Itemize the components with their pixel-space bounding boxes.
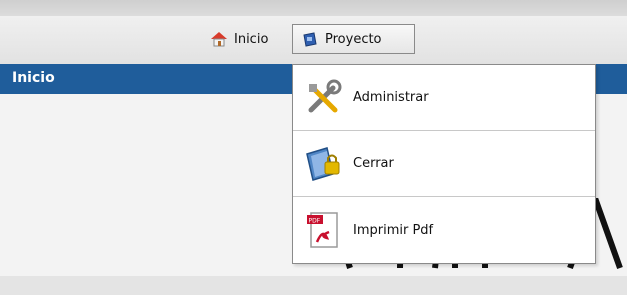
menu-item-cerrar-label: Cerrar — [353, 156, 394, 171]
menu-item-imprimir-pdf-label: Imprimir Pdf — [353, 222, 434, 238]
menu-item-imprimir-pdf[interactable]: PDF Imprimir Pdf — [293, 197, 595, 263]
project-icon — [301, 30, 319, 48]
menu-item-administrar[interactable]: Administrar — [293, 65, 595, 131]
menu-inicio-label: Inicio — [234, 31, 269, 47]
menu-bar: Inicio Proyecto — [0, 16, 627, 64]
page-title: Inicio — [12, 70, 55, 86]
home-icon — [210, 30, 228, 48]
menu-item-administrar-label: Administrar — [353, 90, 429, 105]
svg-text:PDF: PDF — [309, 218, 321, 225]
menu-inicio-button[interactable]: Inicio — [202, 24, 288, 54]
menu-item-cerrar[interactable]: Cerrar — [293, 131, 595, 197]
proyecto-dropdown-menu: Administrar Cerrar PDF Imprimir Pdf — [292, 64, 596, 264]
menu-proyecto-button[interactable]: Proyecto — [292, 24, 415, 54]
lock-book-icon — [303, 144, 343, 184]
tools-icon — [303, 78, 343, 118]
window-top-strip — [0, 0, 627, 16]
menu-proyecto-label: Proyecto — [325, 31, 382, 47]
pdf-icon: PDF — [303, 210, 343, 250]
